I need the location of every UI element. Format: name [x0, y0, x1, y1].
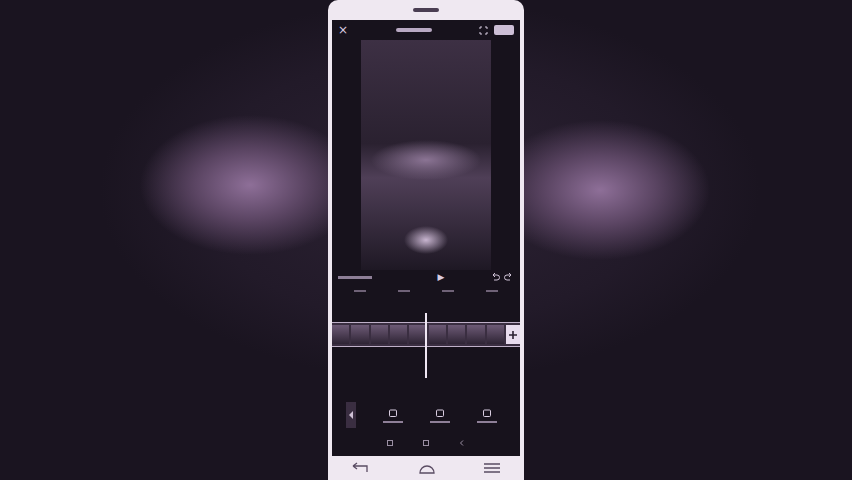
phone-nav-bar: [328, 456, 524, 480]
back-icon[interactable]: [459, 440, 465, 446]
top-bar: ×: [332, 20, 520, 40]
arrow-left-icon: [348, 411, 354, 419]
menu-icon[interactable]: [483, 462, 501, 474]
resolution-icon[interactable]: [396, 28, 432, 32]
undo-redo: [490, 272, 514, 282]
clip-thumbnail[interactable]: [332, 325, 349, 344]
tool-label: [477, 421, 497, 423]
tool-button[interactable]: [383, 408, 403, 423]
menu-icon[interactable]: [387, 440, 393, 446]
plus-icon: [509, 331, 517, 339]
phone-bezel: [328, 0, 524, 20]
tool-bar: [332, 400, 520, 430]
undo-icon[interactable]: [490, 272, 500, 282]
tool-label: [383, 421, 403, 423]
clip-thumbnail[interactable]: [429, 325, 446, 344]
home-icon[interactable]: [418, 462, 436, 474]
play-button[interactable]: ▶: [438, 272, 445, 282]
system-nav: [332, 430, 520, 456]
fullscreen-icon[interactable]: [479, 26, 488, 35]
timeline[interactable]: [332, 322, 520, 347]
clip-thumbnail[interactable]: [487, 325, 504, 344]
collapse-button[interactable]: [346, 402, 356, 428]
playhead[interactable]: [425, 313, 427, 378]
timeline-ruler: [332, 284, 520, 298]
video-preview: [332, 40, 520, 270]
clip-thumbnail[interactable]: [390, 325, 407, 344]
playback-controls: ▶: [332, 270, 520, 284]
speaker-icon: [413, 8, 439, 12]
screen: × ▶: [0, 0, 852, 480]
ruler-tick: [442, 290, 454, 292]
add-clip-button[interactable]: [506, 325, 520, 344]
clip-thumbnail[interactable]: [351, 325, 368, 344]
ruler-tick: [398, 290, 410, 292]
phone-frame: × ▶: [328, 0, 524, 480]
editor-screen: × ▶: [332, 20, 520, 456]
redo-icon[interactable]: [504, 272, 514, 282]
tool-icon: [388, 408, 398, 418]
clip-thumbnail[interactable]: [371, 325, 388, 344]
timecode: [338, 276, 372, 279]
ruler-tick: [354, 290, 366, 292]
tool-icon: [482, 408, 492, 418]
close-button[interactable]: ×: [338, 24, 348, 36]
home-icon[interactable]: [423, 440, 429, 446]
clip-thumbnail[interactable]: [448, 325, 465, 344]
tool-icon: [435, 408, 445, 418]
clip-thumbnail[interactable]: [467, 325, 484, 344]
tool-button[interactable]: [477, 408, 497, 423]
export-button[interactable]: [494, 25, 514, 35]
video-frame: [361, 40, 491, 270]
back-arrow-icon[interactable]: [351, 462, 371, 474]
tool-button[interactable]: [430, 408, 450, 423]
tool-label: [430, 421, 450, 423]
ruler-tick: [486, 290, 498, 292]
